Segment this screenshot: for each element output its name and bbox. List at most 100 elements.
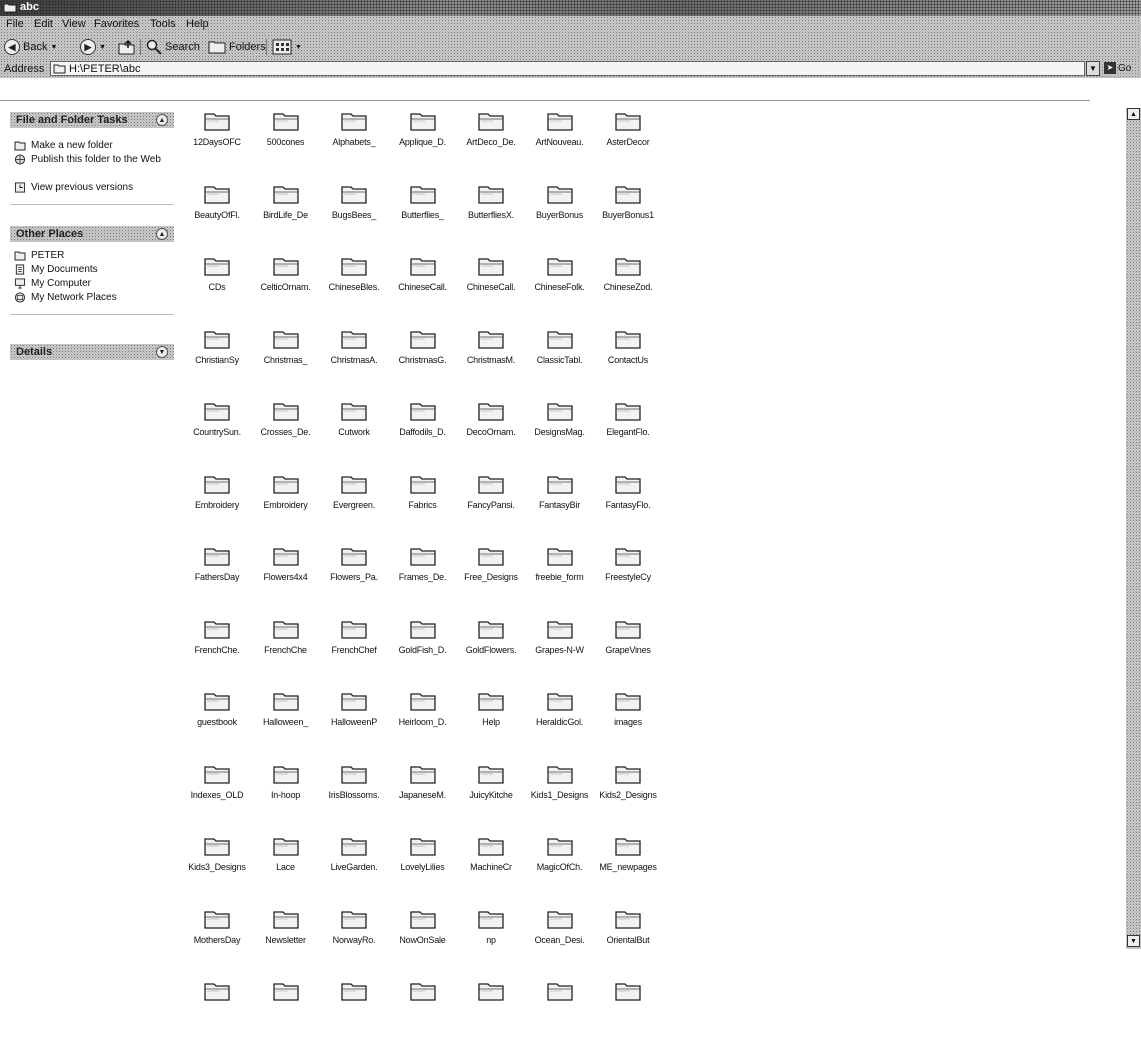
folder-item[interactable]: ArtNouveau.	[525, 110, 595, 180]
folder-item[interactable]: JuicyKitche	[456, 763, 526, 833]
folder-item[interactable]	[251, 980, 321, 1050]
folder-item[interactable]: Flowers_Pa.	[319, 545, 389, 615]
folder-item[interactable]: Fabrics	[388, 473, 458, 543]
folder-item[interactable]	[525, 980, 595, 1050]
folder-item[interactable]: ChristmasA.	[319, 328, 389, 398]
folder-item[interactable]: DecoOrnam.	[456, 400, 526, 470]
folder-item[interactable]	[593, 980, 663, 1050]
folder-item[interactable]: JapaneseM.	[388, 763, 458, 833]
folder-item[interactable]: ChristianSy	[182, 328, 252, 398]
folder-item[interactable]: MagicOfCh.	[525, 835, 595, 905]
folder-item[interactable]: FrenchChe	[251, 618, 321, 688]
folder-item[interactable]: Embroidery	[182, 473, 252, 543]
folder-item[interactable]: NorwayRo.	[319, 908, 389, 978]
menu-tools[interactable]: Tools	[150, 18, 176, 30]
folder-item[interactable]: NowOnSale	[388, 908, 458, 978]
scroll-up-icon[interactable]: ▲	[1127, 108, 1140, 120]
place-my-network-places[interactable]: My Network Places	[14, 292, 174, 303]
address-input[interactable]: H:\PETER\abc	[50, 61, 1085, 76]
folder-item[interactable]: FathersDay	[182, 545, 252, 615]
folder-item[interactable]: BuyerBonus1	[593, 183, 663, 253]
menu-help[interactable]: Help	[186, 18, 209, 30]
folder-item[interactable]: ME_newpages	[593, 835, 663, 905]
folder-item[interactable]: BeautyOfFl.	[182, 183, 252, 253]
folder-item[interactable]: HalloweenP	[319, 690, 389, 760]
folder-item[interactable]: GrapeVines	[593, 618, 663, 688]
menu-edit[interactable]: Edit	[34, 18, 53, 30]
folder-item[interactable]: Embroidery	[251, 473, 321, 543]
folder-item[interactable]: ChineseCall.	[388, 255, 458, 325]
folders-button[interactable]: Folders	[208, 38, 266, 56]
folder-item[interactable]: ChineseBles.	[319, 255, 389, 325]
folder-item[interactable]: Applique_D.	[388, 110, 458, 180]
menu-favorites[interactable]: Favorites	[94, 18, 139, 30]
other-places-header[interactable]: Other Places ▲	[10, 226, 174, 242]
folder-item[interactable]	[388, 980, 458, 1050]
folder-item[interactable]: ChristmasM.	[456, 328, 526, 398]
folder-item[interactable]: images	[593, 690, 663, 760]
file-folder-tasks-header[interactable]: File and Folder Tasks ▲	[10, 112, 174, 128]
folder-item[interactable]: AsterDecor	[593, 110, 663, 180]
folder-item[interactable]: Newsletter	[251, 908, 321, 978]
folder-item[interactable]: Heirloom_D.	[388, 690, 458, 760]
folder-item[interactable]: 500cones	[251, 110, 321, 180]
folder-item[interactable]: In-hoop	[251, 763, 321, 833]
folder-item[interactable]	[182, 980, 252, 1050]
folder-item[interactable]: guestbook	[182, 690, 252, 760]
folder-item[interactable]: FrenchChe.	[182, 618, 252, 688]
folder-item[interactable]: BirdLife_De	[251, 183, 321, 253]
collapse-icon[interactable]: ▲	[156, 228, 168, 240]
folder-item[interactable]: Flowers4x4	[251, 545, 321, 615]
folder-item[interactable]: Kids3_Designs	[182, 835, 252, 905]
folder-item[interactable]: ChristmasG.	[388, 328, 458, 398]
folder-item[interactable]: FantasyFlo.	[593, 473, 663, 543]
place-my-computer[interactable]: My Computer	[14, 278, 174, 289]
menu-view[interactable]: View	[62, 18, 86, 30]
folder-item[interactable]: FantasyBir	[525, 473, 595, 543]
folder-item[interactable]	[319, 980, 389, 1050]
folder-item[interactable]: IrisBlossoms.	[319, 763, 389, 833]
folder-item[interactable]: CountrySun.	[182, 400, 252, 470]
folder-item[interactable]: MachineCr	[456, 835, 526, 905]
place-my-documents[interactable]: My Documents	[14, 264, 174, 275]
folder-item[interactable]	[456, 980, 526, 1050]
folder-item[interactable]: DesignsMag.	[525, 400, 595, 470]
folder-item[interactable]: Christmas_	[251, 328, 321, 398]
make-new-folder-link[interactable]: Make a new folder	[14, 140, 174, 151]
folder-item[interactable]: np	[456, 908, 526, 978]
folder-item[interactable]: ChineseZod.	[593, 255, 663, 325]
address-dropdown-button[interactable]: ▼	[1086, 61, 1100, 76]
scroll-down-icon[interactable]: ▼	[1127, 935, 1140, 947]
collapse-icon[interactable]: ▲	[156, 114, 168, 126]
details-header[interactable]: Details ▼	[10, 344, 174, 360]
folder-item[interactable]: FreestyleCy	[593, 545, 663, 615]
folder-item[interactable]: FrenchChef	[319, 618, 389, 688]
folder-item[interactable]: Grapes-N-W	[525, 618, 595, 688]
folder-item[interactable]: ClassicTabl.	[525, 328, 595, 398]
place-peter[interactable]: PETER	[14, 250, 174, 261]
folder-item[interactable]: Daffodils_D.	[388, 400, 458, 470]
folder-item[interactable]: Kids2_Designs	[593, 763, 663, 833]
folder-item[interactable]: Cutwork	[319, 400, 389, 470]
folder-item[interactable]: Lace	[251, 835, 321, 905]
folder-item[interactable]: BuyerBonus	[525, 183, 595, 253]
folder-item[interactable]: OrientalBut	[593, 908, 663, 978]
folder-item[interactable]: Alphabets_	[319, 110, 389, 180]
folder-item[interactable]: Crosses_De.	[251, 400, 321, 470]
folder-item[interactable]: ArtDeco_De.	[456, 110, 526, 180]
publish-folder-link[interactable]: Publish this folder to the Web	[14, 154, 174, 165]
folder-item[interactable]: CDs	[182, 255, 252, 325]
folder-item[interactable]: Free_Designs	[456, 545, 526, 615]
folder-item[interactable]: CelticOrnam.	[251, 255, 321, 325]
folder-item[interactable]: GoldFish_D.	[388, 618, 458, 688]
folder-item[interactable]: Help	[456, 690, 526, 760]
folder-item[interactable]: Halloween_	[251, 690, 321, 760]
folder-item[interactable]: freebie_form	[525, 545, 595, 615]
folder-item[interactable]: BugsBees_	[319, 183, 389, 253]
folder-item[interactable]: GoldFlowers.	[456, 618, 526, 688]
folder-item[interactable]: Ocean_Desi.	[525, 908, 595, 978]
folder-item[interactable]: ElegantFlo.	[593, 400, 663, 470]
folder-item[interactable]: 12DaysOFC	[182, 110, 252, 180]
folder-item[interactable]: Butterflies_	[388, 183, 458, 253]
expand-icon[interactable]: ▼	[156, 346, 168, 358]
